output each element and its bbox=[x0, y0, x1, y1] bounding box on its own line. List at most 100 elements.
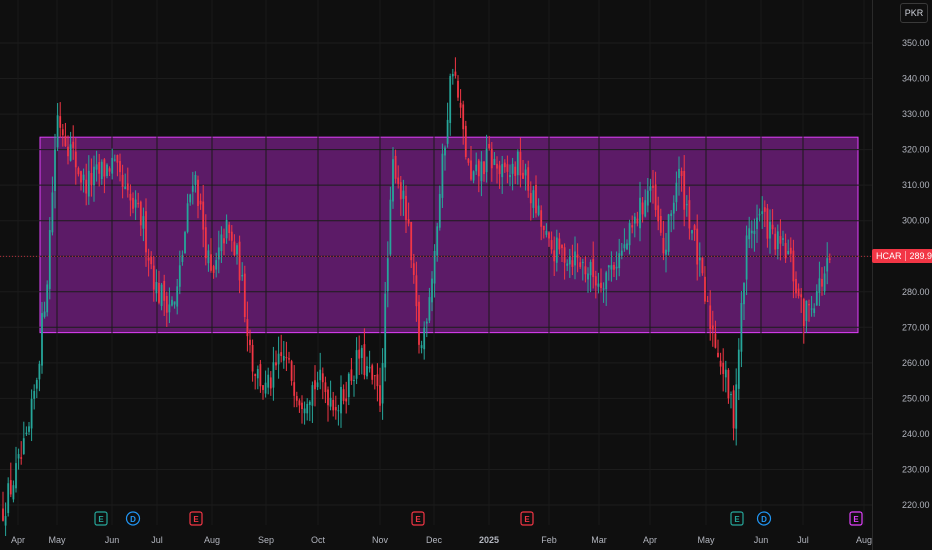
candle-body bbox=[184, 232, 186, 254]
event-marker-label: D bbox=[761, 515, 767, 524]
candle-body bbox=[808, 303, 810, 306]
x-tick-label: Oct bbox=[311, 535, 326, 545]
candle-body bbox=[607, 265, 610, 268]
candle-body bbox=[111, 157, 114, 174]
candle-body bbox=[116, 155, 119, 163]
y-tick-label: 350.00 bbox=[902, 38, 930, 48]
candle-body bbox=[428, 297, 431, 321]
y-tick-label: 260.00 bbox=[902, 358, 930, 368]
price-chart[interactable]: 220.00 230.00 240.00 250.00 260.00 270.00 280.… bbox=[0, 0, 932, 550]
candle-body bbox=[17, 454, 20, 459]
range-zone-rectangle[interactable] bbox=[39, 136, 859, 334]
candle-body bbox=[43, 311, 46, 317]
candle-body bbox=[82, 174, 85, 181]
candle-body bbox=[132, 197, 134, 209]
candle-body bbox=[680, 170, 683, 176]
candle-body bbox=[657, 205, 660, 222]
event-marker-label: E bbox=[853, 515, 859, 524]
candle-body bbox=[623, 244, 626, 249]
candle-body bbox=[100, 161, 103, 180]
candle-body bbox=[230, 231, 233, 241]
candle-body bbox=[254, 374, 257, 377]
candle-body bbox=[542, 225, 545, 230]
x-tick-label: Jun bbox=[105, 535, 120, 545]
candle-body bbox=[493, 158, 496, 165]
earnings-event-marker[interactable]: E bbox=[94, 511, 108, 526]
candle-body bbox=[693, 225, 696, 230]
candle-body bbox=[236, 245, 238, 255]
candle-body bbox=[56, 115, 59, 148]
candle-body bbox=[451, 73, 454, 77]
candle-body bbox=[197, 179, 199, 206]
candle-body bbox=[444, 147, 446, 156]
candle-body bbox=[168, 304, 171, 313]
candle-body bbox=[327, 389, 329, 406]
candle-body bbox=[373, 375, 376, 377]
candle-body bbox=[20, 457, 23, 459]
candle-body bbox=[139, 201, 142, 226]
candle-body bbox=[249, 339, 251, 346]
candle-body bbox=[800, 294, 803, 298]
event-marker-label: E bbox=[415, 515, 421, 524]
y-tick-label: 300.00 bbox=[902, 216, 930, 226]
candle-body bbox=[821, 278, 823, 287]
candle-body bbox=[264, 382, 267, 394]
candle-body bbox=[709, 305, 712, 329]
candle-body bbox=[678, 168, 680, 179]
candle-body bbox=[587, 273, 589, 280]
candle-body bbox=[475, 164, 478, 172]
candle-body bbox=[308, 401, 311, 405]
candle-body bbox=[561, 244, 563, 249]
candle-body bbox=[246, 319, 249, 337]
event-marker-label: E bbox=[734, 515, 740, 524]
candle-body bbox=[381, 363, 384, 404]
candle-body bbox=[301, 402, 303, 410]
currency-button[interactable]: PKR bbox=[900, 3, 928, 23]
candle-body bbox=[418, 301, 420, 345]
candle-body bbox=[524, 169, 527, 176]
candle-body bbox=[789, 247, 792, 254]
candle-body bbox=[345, 398, 348, 402]
y-tick-label: 250.00 bbox=[902, 393, 930, 403]
price-tag-symbol: HCAR bbox=[876, 251, 902, 262]
candle-body bbox=[740, 303, 743, 352]
candle-body bbox=[282, 355, 285, 361]
earnings-event-marker[interactable]: E bbox=[411, 511, 425, 526]
candle-body bbox=[275, 362, 277, 366]
earnings-event-marker[interactable]: E bbox=[189, 511, 203, 526]
candle-body bbox=[269, 377, 272, 389]
candle-body bbox=[555, 237, 558, 263]
candle-body bbox=[532, 190, 535, 208]
dividend-event-marker[interactable]: D bbox=[125, 511, 141, 526]
candle-body bbox=[756, 217, 758, 230]
candle-body bbox=[745, 235, 748, 280]
candle-body bbox=[826, 258, 829, 272]
candle-body bbox=[641, 202, 644, 215]
candle-body bbox=[259, 364, 262, 387]
candle-body bbox=[165, 296, 168, 313]
candle-body bbox=[805, 300, 808, 322]
candle-body bbox=[22, 438, 25, 454]
candle-body bbox=[142, 216, 145, 229]
candle-body bbox=[30, 398, 33, 429]
candle-body bbox=[662, 237, 665, 254]
candle-body bbox=[579, 262, 582, 267]
earnings-event-marker[interactable]: E bbox=[849, 511, 863, 526]
candle-body bbox=[613, 264, 615, 270]
candle-body bbox=[220, 234, 223, 252]
candle-body bbox=[813, 308, 816, 314]
earnings-event-marker[interactable]: E bbox=[730, 511, 744, 526]
candle-body bbox=[527, 167, 530, 191]
candle-body bbox=[470, 160, 472, 180]
candle-body bbox=[113, 159, 116, 161]
earnings-event-marker[interactable]: E bbox=[520, 511, 534, 526]
candle-body bbox=[189, 194, 192, 203]
candle-body bbox=[147, 257, 150, 261]
candle-body bbox=[464, 125, 467, 157]
event-marker-label: D bbox=[130, 515, 136, 524]
candle-body bbox=[347, 373, 350, 398]
candle-body bbox=[457, 80, 459, 98]
candle-body bbox=[769, 221, 771, 239]
dividend-event-marker[interactable]: D bbox=[756, 511, 772, 526]
x-tick-label: Apr bbox=[643, 535, 657, 545]
